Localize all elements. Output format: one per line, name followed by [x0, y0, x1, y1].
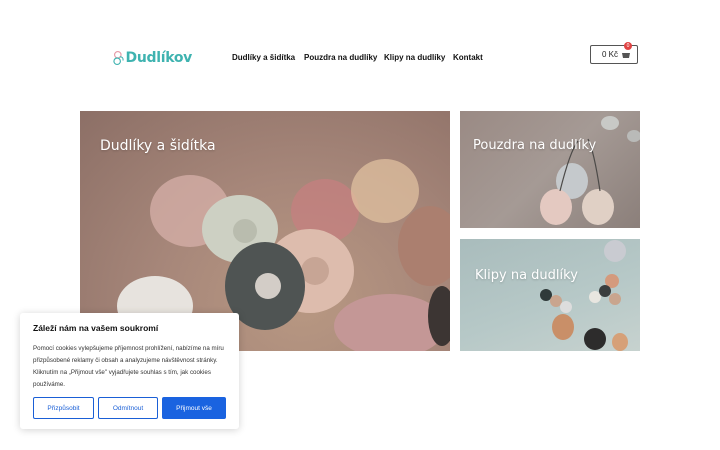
cart-button[interactable]: 0 Kč 0	[590, 42, 638, 64]
tile-title-clips: Klipy na dudlíky	[475, 268, 578, 283]
accept-all-button[interactable]: Přijmout vše	[162, 397, 226, 419]
tile-title-pouches: Pouzdra na dudlíky	[473, 138, 597, 153]
cookie-consent-dialog: Záleží nám na vašem soukromí Pomocí cook…	[20, 313, 239, 429]
nav-item-contact[interactable]: Kontakt	[453, 53, 483, 62]
category-tile-pouches[interactable]: Pouzdra na dudlíky	[460, 111, 640, 228]
customize-button[interactable]: Přizpůsobit	[33, 397, 94, 419]
cart-total: 0 Kč	[602, 50, 619, 59]
pouches-photo	[540, 116, 640, 225]
site-header: Dudlíkov Dudlíky a šidítka Pouzdra na du…	[0, 0, 720, 110]
clips-photo	[540, 240, 628, 351]
category-tile-clips[interactable]: Klipy na dudlíky	[460, 239, 640, 351]
cart-icon	[622, 53, 630, 58]
reject-button[interactable]: Odmítnout	[98, 397, 158, 419]
cart-count-badge: 0	[624, 42, 632, 50]
nav-item-pacifiers[interactable]: Dudlíky a šidítka	[232, 53, 295, 62]
cookie-buttons: Přizpůsobit Odmítnout Přijmout vše	[33, 397, 226, 419]
logo[interactable]: Dudlíkov	[112, 43, 192, 73]
cookie-text: Pomocí cookies vylepšujeme příjemnost pr…	[33, 345, 224, 388]
tile-title-pacifiers: Dudlíky a šidítka	[100, 138, 216, 154]
nav-item-clips[interactable]: Klipy na dudlíky	[384, 53, 445, 62]
cookie-title: Záleží nám na vašem soukromí	[33, 323, 159, 333]
logo-text: Dudlíkov	[125, 50, 193, 66]
nav-item-pouches[interactable]: Pouzdra na dudlíky	[304, 53, 377, 62]
